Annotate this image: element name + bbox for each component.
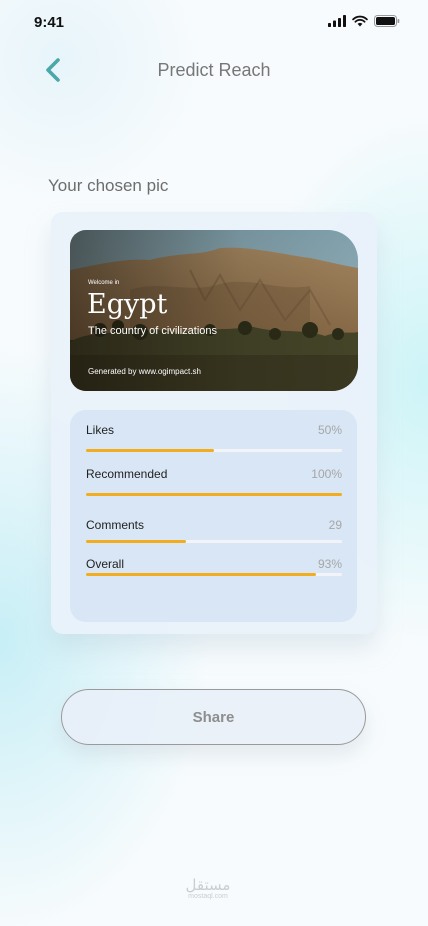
watermark-text: مستقل bbox=[185, 876, 231, 894]
signal-icon bbox=[328, 15, 346, 27]
progress-fill bbox=[86, 540, 186, 543]
watermark-logo: مستقل mostaql.com bbox=[172, 877, 244, 901]
photo-credit: Generated by www.ogimpact.sh bbox=[88, 367, 201, 376]
progress-fill bbox=[86, 493, 342, 496]
stat-value: 100% bbox=[311, 467, 342, 481]
stat-label: Overall bbox=[86, 557, 125, 571]
page-title: Predict Reach bbox=[157, 60, 271, 80]
chosen-photo[interactable]: Welcome in Egypt The country of civiliza… bbox=[70, 230, 358, 391]
section-title: Your chosen pic bbox=[48, 176, 169, 195]
status-icons bbox=[328, 15, 400, 27]
progress-fill bbox=[86, 449, 214, 452]
progress-track bbox=[86, 573, 342, 576]
progress-track bbox=[86, 449, 342, 452]
progress-track bbox=[86, 540, 342, 543]
photo-headline: Egypt bbox=[87, 289, 168, 320]
stat-label: Comments bbox=[86, 518, 145, 532]
stat-label: Likes bbox=[86, 423, 115, 437]
progress-fill bbox=[86, 573, 317, 576]
stat-value: 50% bbox=[317, 423, 342, 437]
watermark-url: mostaql.com bbox=[188, 893, 228, 900]
photo-welcome-text: Welcome in bbox=[88, 280, 120, 286]
status-time: 9:41 bbox=[34, 14, 65, 31]
share-button[interactable]: Share bbox=[61, 689, 366, 745]
stat-value: 29 bbox=[328, 518, 342, 532]
battery-icon bbox=[374, 15, 400, 27]
wifi-icon bbox=[352, 15, 368, 27]
stats-panel: Likes 50% Recommended 100% Comments 29 O… bbox=[70, 410, 357, 622]
progress-track bbox=[86, 493, 342, 496]
stat-value: 93% bbox=[317, 557, 342, 571]
photo-subtitle: The country of civilizations bbox=[88, 325, 217, 337]
stat-label: Recommended bbox=[86, 467, 168, 481]
